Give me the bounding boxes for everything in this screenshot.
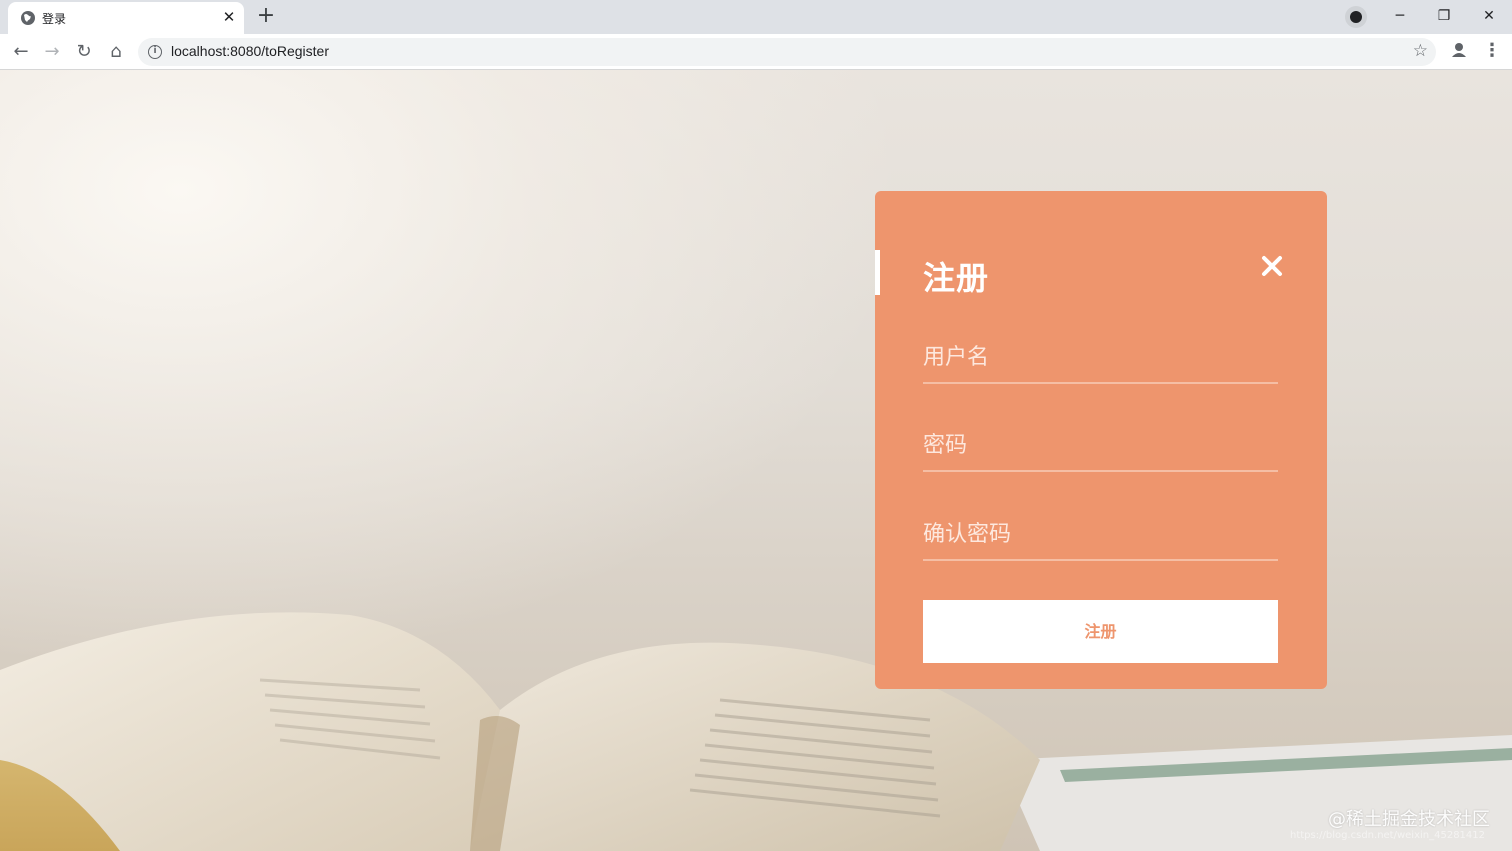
register-card: 注册 注册 (875, 191, 1327, 689)
new-tab-button[interactable]: + (254, 5, 278, 29)
username-field (923, 328, 1278, 384)
confirm-password-field (923, 505, 1278, 561)
username-input[interactable] (923, 345, 1278, 370)
address-bar[interactable]: i localhost:8080/toRegister ☆ (138, 38, 1436, 66)
account-icon[interactable] (1449, 40, 1469, 60)
home-icon[interactable]: ⌂ (103, 39, 129, 65)
globe-icon (21, 11, 35, 25)
maximize-button[interactable]: ❐ (1429, 4, 1459, 28)
card-title: 注册 (923, 259, 990, 297)
title-accent-bar (875, 250, 880, 295)
forward-icon[interactable]: → (39, 39, 65, 65)
info-icon[interactable]: i (148, 45, 162, 59)
url-text[interactable]: localhost:8080/toRegister (171, 43, 329, 59)
confirm-password-input[interactable] (923, 522, 1278, 547)
back-icon[interactable]: ← (8, 39, 34, 65)
browser-tab-bar: 登录 ✕ + ─ ❐ ✕ (0, 0, 1512, 34)
password-input[interactable] (923, 433, 1278, 458)
browser-toolbar: ← → ↻ ⌂ i localhost:8080/toRegister ☆ (0, 34, 1512, 70)
bookmark-star-icon[interactable]: ☆ (1413, 41, 1428, 61)
tab-close-icon[interactable]: ✕ (220, 8, 238, 26)
page-background: 注册 注册 @稀土掘金技术社区 https://blog.csdn.net/we… (0, 70, 1512, 851)
window-close-button[interactable]: ✕ (1474, 4, 1504, 28)
browser-tab[interactable]: 登录 ✕ (8, 2, 244, 34)
close-icon[interactable] (1259, 253, 1285, 279)
more-menu-icon[interactable]: ⋮ (1483, 40, 1501, 62)
tab-title: 登录 (42, 12, 67, 26)
extension-icon-inner (1350, 11, 1362, 23)
extension-icon[interactable] (1345, 6, 1367, 28)
watermark: @稀土掘金技术社区 (1328, 809, 1490, 830)
password-field (923, 416, 1278, 472)
watermark-url: https://blog.csdn.net/weixin_45281412 (1290, 830, 1486, 841)
reload-icon[interactable]: ↻ (71, 39, 97, 65)
minimize-button[interactable]: ─ (1385, 4, 1415, 28)
register-button[interactable]: 注册 (923, 600, 1278, 663)
